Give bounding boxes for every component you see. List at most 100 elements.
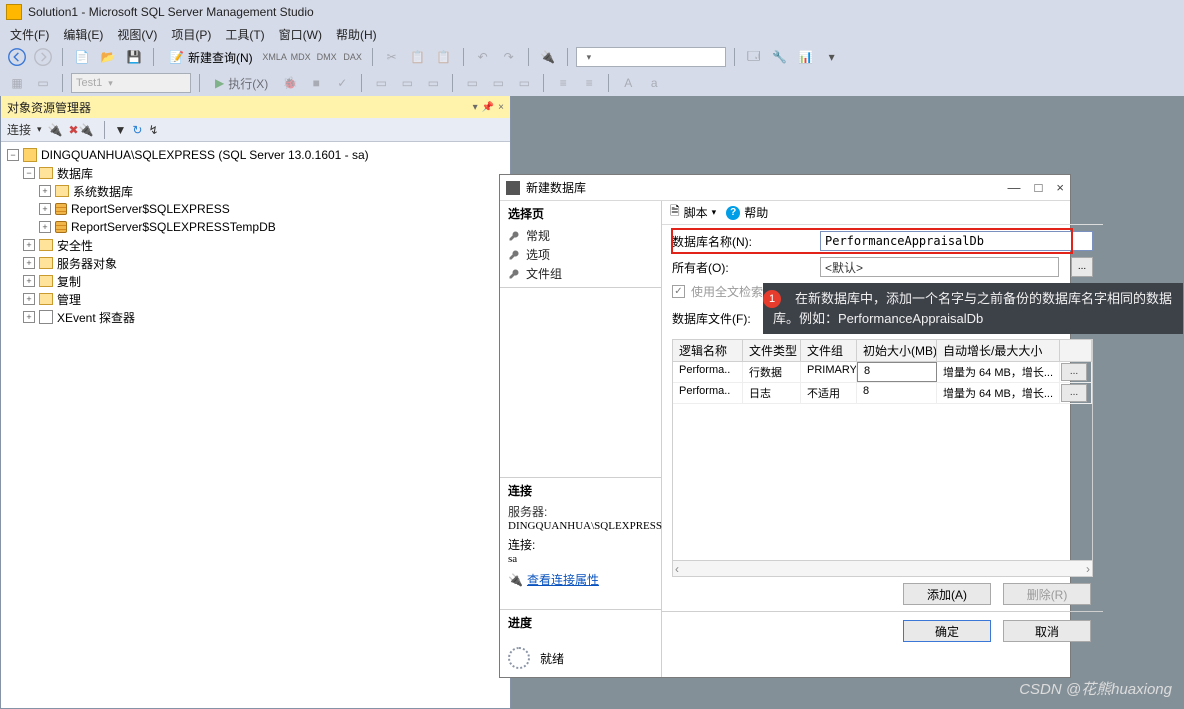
registered-icon[interactable]: 🗔 [743, 46, 765, 68]
tree-mgmt[interactable]: 管理 [57, 291, 81, 308]
menu-edit[interactable]: 编辑(E) [63, 26, 103, 43]
tree-sec[interactable]: 安全性 [57, 237, 93, 254]
col-action [1060, 340, 1092, 361]
connect-icon[interactable]: 🔌 [537, 46, 559, 68]
help-button[interactable]: ?帮助 [726, 204, 768, 221]
tree-xev[interactable]: XEvent 探查器 [57, 309, 135, 326]
connect-combo[interactable]: ▾ [576, 47, 726, 67]
connection-header: 连接 [508, 482, 653, 499]
parse-icon: ✓ [331, 72, 353, 94]
app-icon [6, 4, 22, 20]
panel-dropdown-icon[interactable]: ▾ [473, 102, 478, 113]
fulltext-checkbox: ✓ [672, 285, 685, 298]
dbfiles-grid[interactable]: 逻辑名称 文件类型 文件组 初始大小(MB) 自动增长/最大大小 Perform… [672, 339, 1093, 577]
tree-rst[interactable]: ReportServer$SQLEXPRESSTempDB [71, 220, 276, 234]
wrench-icon[interactable]: 🔧 [769, 46, 791, 68]
open-icon[interactable]: 📂 [97, 46, 119, 68]
xml-icon[interactable]: XMLA [264, 46, 286, 68]
col-autogrow[interactable]: 自动增长/最大大小 [937, 340, 1060, 361]
more-icon[interactable]: ▾ [821, 46, 843, 68]
dmx-icon[interactable]: DMX [316, 46, 338, 68]
paste-icon: 📋 [433, 46, 455, 68]
menu-help[interactable]: 帮助(H) [336, 26, 377, 43]
db-combo: Test1▾ [71, 73, 191, 93]
dax-icon[interactable]: DAX [342, 46, 364, 68]
script-button[interactable]: 🗎脚本▾ [670, 202, 716, 223]
panel-close-icon[interactable]: × [498, 102, 504, 113]
tree-db[interactable]: 数据库 [57, 165, 93, 182]
close-icon[interactable]: × [1056, 180, 1064, 195]
debug-icon: 🐞 [279, 72, 301, 94]
execute-label: 执行(X) [228, 75, 268, 92]
table-row[interactable]: Performa.. 行数据 PRIMARY 8 增量为 64 MB，增长...… [673, 362, 1092, 383]
tree-sysdb[interactable]: 系统数据库 [73, 183, 133, 200]
refresh-icon[interactable]: ↻ [132, 123, 142, 137]
select-page-header: 选择页 [508, 205, 653, 222]
spinner-icon [508, 647, 530, 669]
row-edit-button[interactable]: ... [1061, 363, 1087, 381]
hscrollbar[interactable]: ‹› [673, 560, 1092, 576]
mdx-icon[interactable]: MDX [290, 46, 312, 68]
connect-label[interactable]: 连接 [7, 121, 31, 138]
nav-back-icon[interactable] [6, 46, 28, 68]
cut-icon: ✂ [381, 46, 403, 68]
page-options[interactable]: 选项 [508, 245, 653, 264]
cancel-button[interactable]: 取消 [1003, 620, 1091, 642]
object-tree[interactable]: − DINGQUANHUA\SQLEXPRESS (SQL Server 13.0… [1, 142, 510, 708]
tree-rep[interactable]: 复制 [57, 273, 81, 290]
menu-project[interactable]: 项目(P) [171, 26, 211, 43]
col-filegroup[interactable]: 文件组 [801, 340, 857, 361]
new-project-icon[interactable]: 📄 [71, 46, 93, 68]
disconnect-icon[interactable]: ✖🔌 [69, 123, 94, 137]
new-database-dialog: 新建数据库 — □ × 选择页 常规 选项 文件组 连接 服务器: DINGQU… [499, 174, 1071, 678]
tree-rs[interactable]: ReportServer$SQLEXPRESS [71, 202, 230, 216]
minimize-icon[interactable]: — [1008, 180, 1021, 195]
nav-fwd-icon [32, 46, 54, 68]
annotation-badge: 1 [763, 290, 781, 308]
toolbar-sql[interactable]: ▦ ▭ Test1▾ ▶ 执行(X) 🐞 ■ ✓ ▭▭▭ ▭▭▭ ≡≡ Aa [0, 70, 1184, 96]
owner-input[interactable] [820, 257, 1059, 277]
col-file-type[interactable]: 文件类型 [743, 340, 801, 361]
panel-pin-icon[interactable]: 📌 [482, 102, 494, 113]
tree-server[interactable]: DINGQUANHUA\SQLEXPRESS (SQL Server 13.0.… [41, 148, 369, 162]
redo-icon: ↷ [498, 46, 520, 68]
new-query-label: 新建查询(N) [188, 49, 253, 66]
object-explorer-toolbar[interactable]: 连接▾ 🔌 ✖🔌 ▼ ↻ ↯ [1, 118, 510, 142]
col-logical-name[interactable]: 逻辑名称 [673, 340, 743, 361]
filter-icon[interactable]: ▼ [115, 123, 127, 137]
tree-srv[interactable]: 服务器对象 [57, 255, 117, 272]
new-query-icon: 📝 [169, 50, 184, 64]
menu-tools[interactable]: 工具(T) [225, 26, 264, 43]
menu-file[interactable]: 文件(F) [10, 26, 49, 43]
stop-sync-icon[interactable]: ↯ [148, 123, 158, 137]
results-file-icon: ▭ [32, 72, 54, 94]
row-edit-button[interactable]: ... [1061, 384, 1087, 402]
page-general[interactable]: 常规 [508, 226, 653, 245]
remove-button: 删除(R) [1003, 583, 1091, 605]
col-init-size[interactable]: 初始大小(MB) [857, 340, 937, 361]
annotation-callout: 在新数据库中，添加一个名字与之前备份的数据库名字相同的数据库。例如：Perfor… [763, 283, 1183, 334]
annotation-text: 在新数据库中，添加一个名字与之前备份的数据库名字相同的数据库。例如：Perfor… [773, 291, 1172, 326]
menu-view[interactable]: 视图(V) [117, 26, 157, 43]
title-text: Solution1 - Microsoft SQL Server Managem… [28, 5, 314, 19]
new-query-button[interactable]: 📝 新建查询(N) [162, 46, 260, 68]
toolbar-main[interactable]: 📄 📂 💾 📝 新建查询(N) XMLA MDX DMX DAX ✂ 📋 📋 ↶… [0, 44, 1184, 70]
expander-icon[interactable]: − [7, 149, 19, 161]
server-value: DINGQUANHUA\SQLEXPRESS [508, 520, 653, 532]
db-name-input[interactable] [820, 231, 1093, 251]
wrench-icon [508, 230, 520, 242]
activity-icon[interactable]: 📊 [795, 46, 817, 68]
add-button[interactable]: 添加(A) [903, 583, 991, 605]
execute-icon: ▶ [215, 76, 224, 90]
connect-plug-icon[interactable]: 🔌 [48, 123, 63, 137]
maximize-icon[interactable]: □ [1035, 180, 1043, 195]
save-icon[interactable]: 💾 [123, 46, 145, 68]
menu-bar[interactable]: 文件(F) 编辑(E) 视图(V) 项目(P) 工具(T) 窗口(W) 帮助(H… [0, 24, 1184, 44]
progress-header: 进度 [508, 614, 653, 631]
view-connection-link[interactable]: 查看连接属性 [527, 571, 599, 588]
page-filegroups[interactable]: 文件组 [508, 264, 653, 283]
menu-window[interactable]: 窗口(W) [279, 26, 322, 43]
owner-browse-button[interactable]: ... [1071, 257, 1093, 277]
ok-button[interactable]: 确定 [903, 620, 991, 642]
table-row[interactable]: Performa.. 日志 不适用 8 增量为 64 MB，增长... ... [673, 383, 1092, 404]
